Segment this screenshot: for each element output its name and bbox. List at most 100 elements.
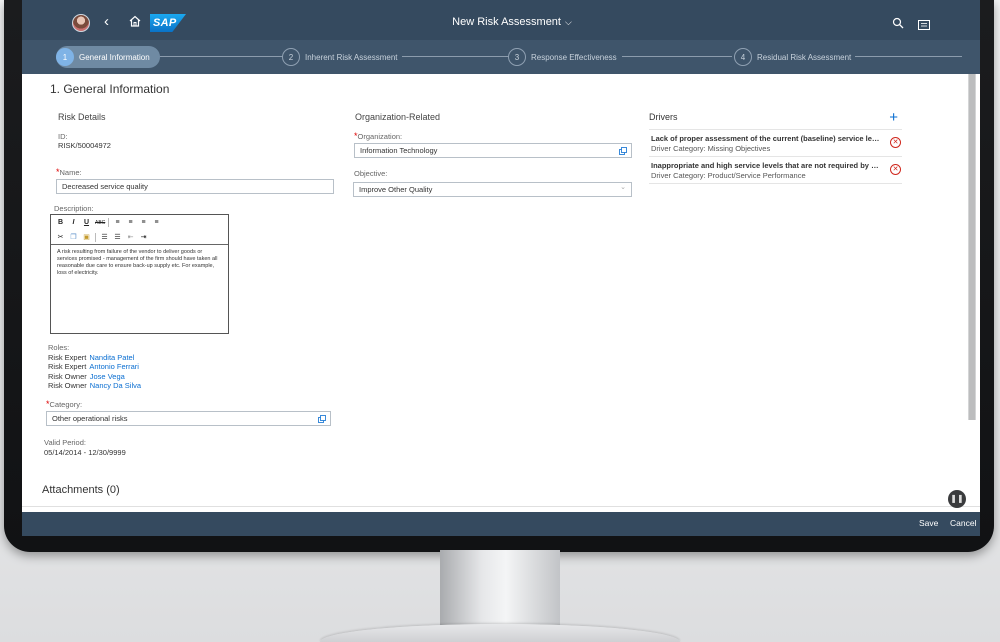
role-name: Risk Owner [48, 381, 87, 390]
align-justify-icon[interactable]: ≡ [152, 219, 161, 226]
objective-select[interactable]: Improve Other Quality ⌄ [353, 182, 632, 197]
role-person-link[interactable]: Jose Vega [90, 372, 125, 381]
scrollbar-thumb[interactable] [969, 74, 975, 420]
name-label: *Name: [56, 167, 82, 177]
objective-select-value: Improve Other Quality [359, 185, 433, 194]
risk-details-title: Risk Details [58, 112, 106, 122]
attachments-title[interactable]: Attachments (0) [42, 484, 120, 496]
bold-icon[interactable]: B [56, 219, 65, 226]
back-icon[interactable]: ‹ [104, 14, 118, 30]
role-name: Risk Owner [48, 371, 87, 381]
name-input[interactable]: Decreased service quality [56, 179, 334, 194]
role-row: Risk Owner Nancy Da Silva [48, 381, 141, 391]
id-label: ID: [58, 132, 68, 141]
notifications-icon[interactable] [918, 17, 930, 30]
search-icon[interactable] [892, 16, 904, 29]
value-help-icon[interactable] [619, 147, 627, 155]
editor-toolbar-editing: ✂ ❐ ▣ ☰ ☰ ⇤ ⇥ [51, 230, 228, 245]
numbered-list-icon[interactable]: ☰ [113, 233, 122, 241]
roles-label: Roles: [48, 343, 70, 352]
roles-list: Roles: Risk Expert Nandita Patel Risk Exp… [48, 343, 141, 391]
divider [22, 506, 980, 507]
step-number: 3 [508, 48, 526, 66]
organization-input[interactable]: Information Technology [354, 143, 632, 158]
wizard-step-residual-risk-assessment[interactable]: 4 Residual Risk Assessment [734, 46, 856, 68]
footer-toolbar: Save Cancel [22, 512, 980, 536]
drivers-header: Drivers + [649, 109, 902, 130]
align-right-icon[interactable]: ≡ [139, 219, 148, 226]
wizard-step-inherent-risk-assessment[interactable]: 2 Inherent Risk Assessment [282, 46, 402, 68]
bullet-list-icon[interactable]: ☰ [100, 233, 109, 241]
driver-category: Driver Category: Missing Objectives [651, 144, 771, 153]
step-number: 2 [282, 48, 300, 66]
objective-label: Objective: [354, 169, 388, 178]
id-value: RISK/50004972 [58, 141, 111, 150]
italic-icon[interactable]: I [69, 219, 78, 226]
toolbar-separator [95, 232, 96, 242]
cancel-button[interactable]: Cancel [950, 518, 976, 528]
driver-item[interactable]: Lack of proper assessment of the current… [649, 130, 902, 157]
name-input-value: Decreased service quality [62, 182, 148, 191]
save-button[interactable]: Save [919, 518, 938, 528]
organization-label: *Organization: [354, 131, 403, 141]
role-person-link[interactable]: Nandita Patel [89, 353, 134, 362]
valid-period-value: 05/14/2014 - 12/30/9999 [44, 448, 126, 457]
chevron-down-icon[interactable]: ⌄ [620, 184, 626, 192]
step-label: General Information [79, 52, 150, 62]
add-driver-icon[interactable]: + [889, 109, 898, 126]
role-name: Risk Expert [48, 362, 87, 371]
role-row: Risk Owner Jose Vega [48, 372, 141, 382]
role-name: Risk Expert [48, 352, 87, 362]
drivers-panel: Drivers + Lack of proper assessment of t… [649, 109, 902, 184]
description-text[interactable]: A risk resulting from failure of the ven… [51, 245, 228, 281]
app-title[interactable]: New Risk Assessment ⌵ [402, 16, 622, 28]
organization-input-value: Information Technology [360, 146, 438, 155]
editor-toolbar-formatting: B I U ABC ≡ ≡ ≡ ≡ [51, 215, 228, 230]
category-label: *Category: [46, 399, 83, 409]
wizard-connector [402, 56, 512, 57]
role-row: Risk Expert Antonio Ferrari [48, 362, 141, 372]
delete-icon[interactable]: ✕ [890, 137, 901, 148]
step-label: Residual Risk Assessment [757, 52, 856, 62]
pause-icon[interactable]: ❚❚ [948, 490, 966, 508]
wizard-step-response-effectiveness[interactable]: 3 Response Effectiveness [508, 46, 621, 68]
screen: ‹ SAP New Risk Assessment ⌵ 1 General Inf… [22, 0, 980, 536]
step-label: Inherent Risk Assessment [305, 52, 402, 62]
step-number: 4 [734, 48, 752, 66]
underline-icon[interactable]: U [82, 219, 91, 226]
shell-bar: ‹ SAP New Risk Assessment ⌵ [22, 0, 980, 40]
description-label: Description: [54, 204, 94, 213]
indent-icon[interactable]: ⇥ [139, 233, 148, 241]
wizard-connector [852, 56, 962, 57]
valid-period-label: Valid Period: [44, 438, 86, 447]
monitor-base [320, 624, 680, 642]
paste-icon[interactable]: ▣ [82, 233, 91, 241]
monitor-stand [440, 550, 560, 628]
driver-item[interactable]: Inappropriate and high service levels th… [649, 157, 902, 184]
avatar[interactable] [72, 14, 90, 32]
home-icon[interactable] [128, 14, 144, 30]
role-person-link[interactable]: Nancy Da Silva [90, 381, 141, 390]
main-content: 1. General Information Risk Details ID: … [22, 74, 980, 510]
organization-related-title: Organization-Related [355, 112, 441, 122]
sap-logo: SAP [150, 14, 186, 32]
description-editor[interactable]: B I U ABC ≡ ≡ ≡ ≡ ✂ ❐ ▣ ☰ ☰ ⇤ ⇥ A risk r… [50, 214, 229, 334]
section-title: 1. General Information [50, 82, 170, 96]
strikethrough-icon[interactable]: ABC [95, 220, 105, 226]
outdent-icon[interactable]: ⇤ [126, 233, 135, 241]
cut-icon[interactable]: ✂ [56, 233, 65, 241]
align-center-icon[interactable]: ≡ [126, 219, 135, 226]
align-left-icon[interactable]: ≡ [113, 219, 122, 226]
role-person-link[interactable]: Antonio Ferrari [89, 362, 139, 371]
category-input[interactable]: Other operational risks [46, 411, 331, 426]
value-help-icon[interactable] [318, 415, 326, 423]
wizard-step-general-information[interactable]: 1 General Information [56, 46, 160, 68]
delete-icon[interactable]: ✕ [890, 164, 901, 175]
drivers-title: Drivers [649, 112, 678, 122]
chevron-down-icon: ⌵ [564, 17, 572, 27]
category-input-value: Other operational risks [52, 414, 128, 423]
copy-icon[interactable]: ❐ [69, 233, 78, 241]
role-row: Risk Expert Nandita Patel [48, 353, 141, 363]
wizard-connector [622, 56, 732, 57]
driver-category: Driver Category: Product/Service Perform… [651, 171, 806, 180]
